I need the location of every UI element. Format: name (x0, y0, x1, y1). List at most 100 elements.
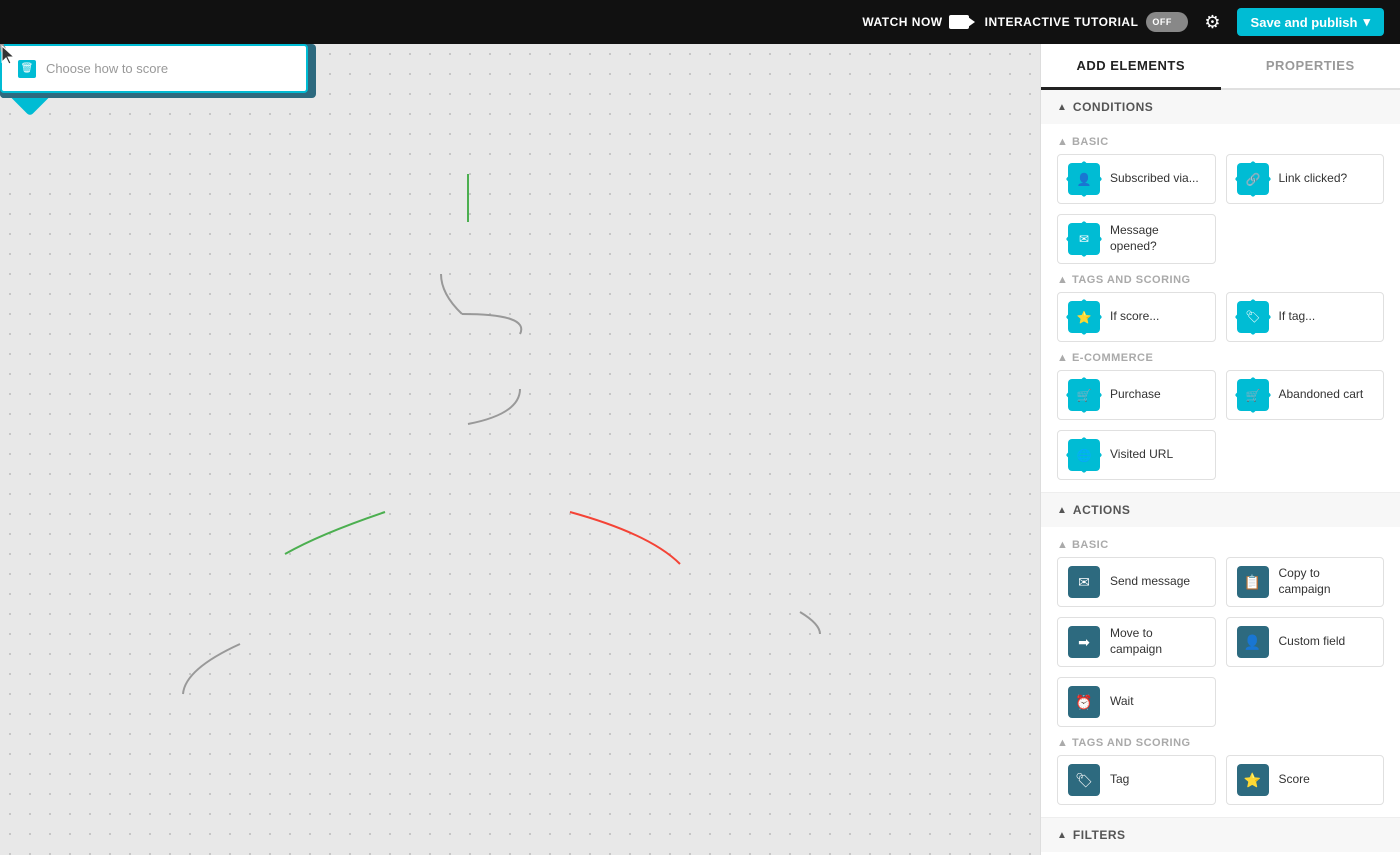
basic-actions-label: ▲ BASIC (1057, 539, 1384, 551)
if-score-label: If score... (1110, 309, 1159, 325)
subscribed-label: Subscribed via... (1110, 171, 1199, 187)
element-score[interactable]: ⭐ Score (1226, 755, 1385, 805)
element-purchase[interactable]: 🛒 Purchase (1057, 370, 1216, 420)
score-label: Score (1279, 772, 1310, 788)
actions-arrow: ▲ (1057, 505, 1067, 516)
filters-title: FILTERS (1073, 828, 1126, 842)
link-clicked-label: Link clicked? (1279, 171, 1348, 187)
visited-url-label: Visited URL (1110, 447, 1173, 463)
save-publish-arrow: ▾ (1363, 14, 1370, 30)
basic-actions-title: BASIC (1072, 539, 1109, 551)
element-if-score[interactable]: ⭐ If score... (1057, 292, 1216, 342)
element-tag[interactable]: 🏷 Tag (1057, 755, 1216, 805)
save-publish-label: Save and publish (1251, 15, 1358, 30)
score-node[interactable]: 🗑 ☆ Choose how to score (0, 44, 308, 93)
actions-title: ACTIONS (1073, 503, 1131, 517)
abandoned-cart-icon: 🛒 (1237, 379, 1269, 411)
score-icon: ⭐ (1237, 764, 1269, 796)
filters-arrow: ▲ (1057, 830, 1067, 841)
conditions-body: ▲ BASIC 👤 Subscribed via... (1041, 124, 1400, 492)
tags-actions-label: ▲ TAGS AND SCORING (1057, 737, 1384, 749)
save-publish-button[interactable]: Save and publish ▾ (1237, 8, 1384, 36)
basic-conditions-label: ▲ BASIC (1057, 136, 1384, 148)
tab-properties[interactable]: PROPERTIES (1221, 44, 1400, 90)
custom-field-icon: 👤 (1237, 626, 1269, 658)
ecommerce-grid: 🛒 Purchase 🛒 Abandoned cart (1057, 370, 1384, 480)
custom-field-label: Custom field (1279, 634, 1346, 650)
tags-actions-grid: 🏷 Tag ⭐ Score (1057, 755, 1384, 805)
element-if-tag[interactable]: 🏷 If tag... (1226, 292, 1385, 342)
tutorial-toggle[interactable]: OFF (1146, 12, 1188, 32)
tags-actions-title: TAGS AND SCORING (1072, 737, 1191, 749)
watch-now-label: WATCH NOW (862, 15, 942, 29)
conditions-header[interactable]: ▲ CONDITIONS (1041, 90, 1400, 124)
basic-actions-grid: ✉ Send message 📋 Copy to campaign ➡ Move… (1057, 557, 1384, 727)
wait-icon-panel: ⏰ (1068, 686, 1100, 718)
settings-button[interactable]: ⚙ (1204, 12, 1220, 33)
element-abandoned-cart[interactable]: 🛒 Abandoned cart (1226, 370, 1385, 420)
panel-tabs: ADD ELEMENTS PROPERTIES (1041, 44, 1400, 90)
watch-now-button[interactable]: WATCH NOW (862, 15, 968, 29)
purchase-label: Purchase (1110, 387, 1161, 403)
copy-campaign-label: Copy to campaign (1279, 566, 1374, 597)
element-link-clicked[interactable]: 🔗 Link clicked? (1226, 154, 1385, 204)
abandoned-cart-diamond: 🛒 (1234, 377, 1271, 414)
ecommerce-label: ▲ E-COMMERCE (1057, 352, 1384, 364)
link-clicked-icon: 🔗 (1237, 163, 1269, 195)
if-tag-icon: 🏷 (1237, 301, 1269, 333)
basic-title: BASIC (1072, 136, 1109, 148)
visited-url-icon: 🌐 (1068, 439, 1100, 471)
element-move-campaign[interactable]: ➡ Move to campaign (1057, 617, 1216, 667)
link-clicked-diamond: 🔗 (1234, 161, 1271, 198)
tag-label: Tag (1110, 772, 1129, 788)
element-subscribed[interactable]: 👤 Subscribed via... (1057, 154, 1216, 204)
topbar: WATCH NOW INTERACTIVE TUTORIAL OFF ⚙ Sav… (0, 0, 1400, 44)
workflow-canvas[interactable]: 👤 Subscribed via the form ✓ ⏰ Wait for 1… (0, 44, 1040, 855)
element-custom-field[interactable]: 👤 Custom field (1226, 617, 1385, 667)
tutorial-label: INTERACTIVE TUTORIAL (985, 15, 1139, 29)
conditions-title: CONDITIONS (1073, 100, 1153, 114)
arrow-basic: ▲ (1057, 136, 1072, 148)
ecommerce-title: E-COMMERCE (1072, 352, 1153, 364)
filters-header[interactable]: ▲ FILTERS (1041, 818, 1400, 852)
element-wait[interactable]: ⏰ Wait (1057, 677, 1216, 727)
purchase-icon: 🛒 (1068, 379, 1100, 411)
subscribed-icon: 👤 (1068, 163, 1100, 195)
tags-title: TAGS AND SCORING (1072, 274, 1191, 286)
element-copy-campaign[interactable]: 📋 Copy to campaign (1226, 557, 1385, 607)
actions-header[interactable]: ▲ ACTIONS (1041, 493, 1400, 527)
actions-body: ▲ BASIC ✉ Send message 📋 Copy to campaig… (1041, 527, 1400, 817)
basic-conditions-grid: 👤 Subscribed via... 🔗 Link clicked? (1057, 154, 1384, 264)
tags-scoring-label: ▲ TAGS AND SCORING (1057, 274, 1384, 286)
message-opened-icon: ✉ (1068, 223, 1100, 255)
move-campaign-label: Move to campaign (1110, 626, 1205, 657)
send-msg-icon: ✉ (1068, 566, 1100, 598)
score-delete-button[interactable]: 🗑 (18, 60, 36, 78)
tab-add-elements[interactable]: ADD ELEMENTS (1041, 44, 1221, 90)
camera-icon (949, 15, 969, 29)
message-opened-label: Message opened? (1110, 223, 1205, 254)
conditions-arrow: ▲ (1057, 102, 1067, 113)
interactive-tutorial: INTERACTIVE TUTORIAL OFF (985, 12, 1189, 32)
actions-section: ▲ ACTIONS ▲ BASIC ✉ Send message 📋 Copy (1041, 493, 1400, 818)
toggle-label: OFF (1152, 17, 1172, 27)
purchase-diamond: 🛒 (1066, 377, 1103, 414)
tab-add-label: ADD ELEMENTS (1076, 58, 1185, 73)
visited-url-diamond: 🌐 (1066, 437, 1103, 474)
score-text: Choose how to score (46, 61, 168, 76)
element-message-opened[interactable]: ✉ Message opened? (1057, 214, 1216, 264)
element-send-message[interactable]: ✉ Send message (1057, 557, 1216, 607)
tag-icon: 🏷 (1068, 764, 1100, 796)
main-layout: 👤 Subscribed via the form ✓ ⏰ Wait for 1… (0, 44, 1400, 855)
if-tag-label: If tag... (1279, 309, 1316, 325)
move-campaign-icon: ➡ (1068, 626, 1100, 658)
subscribed-diamond: 👤 (1066, 161, 1103, 198)
arrow-ecomm: ▲ (1057, 352, 1072, 364)
score-label-0: 0 (0, 44, 6, 56)
copy-campaign-icon: 📋 (1237, 566, 1269, 598)
if-score-diamond: ⭐ (1066, 299, 1103, 336)
element-visited-url[interactable]: 🌐 Visited URL (1057, 430, 1216, 480)
wait-label-panel: Wait (1110, 694, 1134, 710)
abandoned-cart-label: Abandoned cart (1279, 387, 1364, 403)
send-msg-label: Send message (1110, 574, 1190, 590)
